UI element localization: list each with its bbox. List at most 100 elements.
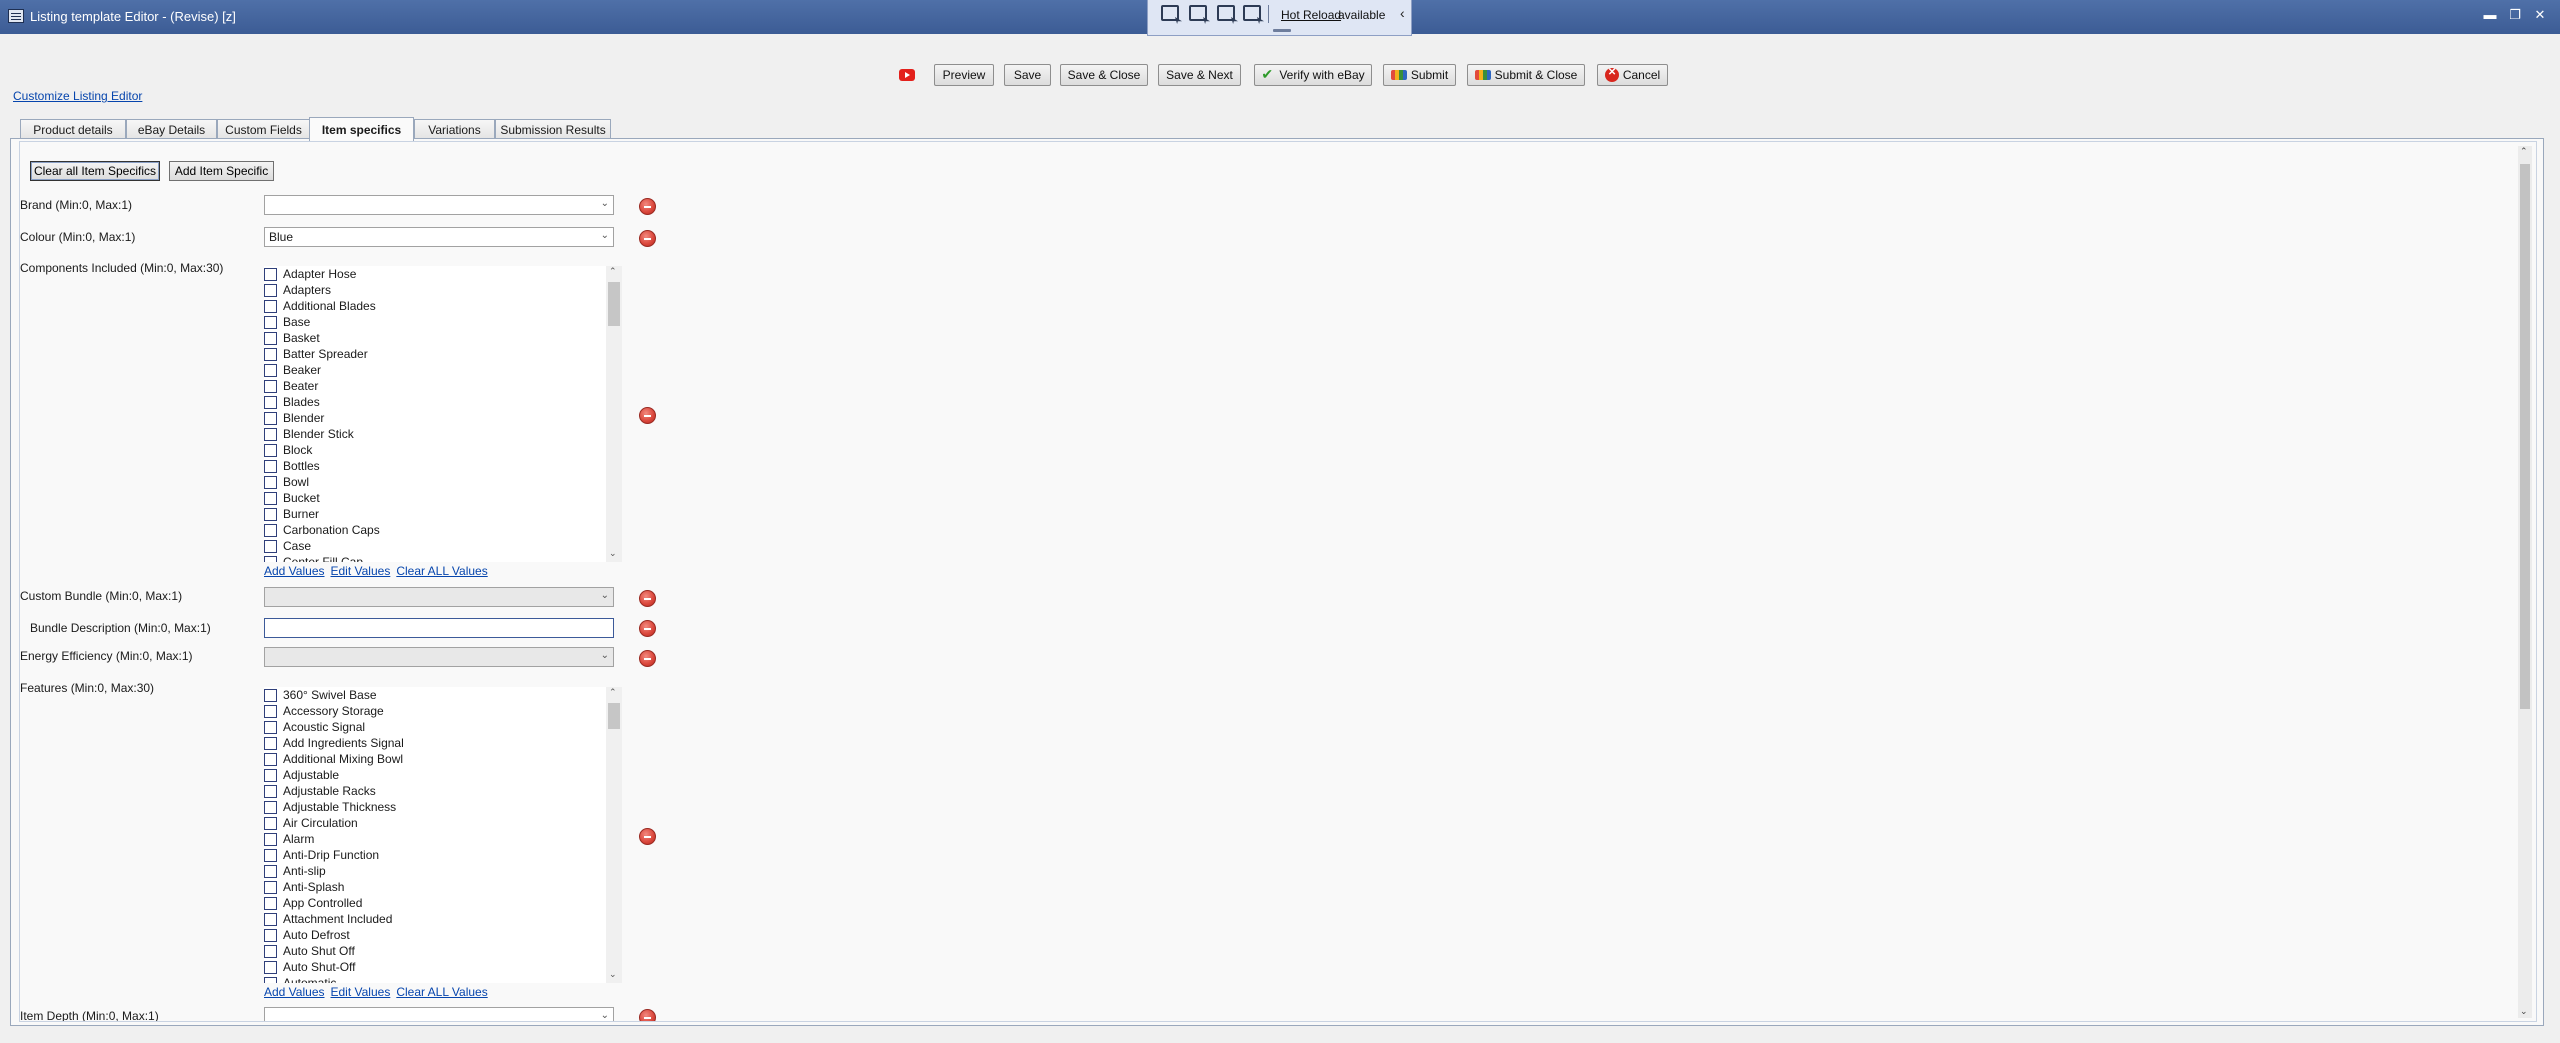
checkbox[interactable] [264,928,277,942]
list-item[interactable]: Batter Spreader [264,346,604,362]
list-item[interactable]: Case [264,538,604,554]
checkbox[interactable] [264,555,277,562]
track-focus-icon[interactable] [1243,5,1261,21]
list-item[interactable]: Base [264,314,604,330]
remove-colour-icon[interactable] [639,230,656,247]
pointer-icon[interactable] [1189,5,1207,21]
list-item[interactable]: Additional Mixing Bowl [264,751,604,767]
scroll-down-icon[interactable]: ⌄ [609,548,617,559]
list-item[interactable]: Auto Shut-Off [264,959,604,975]
list-item[interactable]: Air Circulation [264,815,604,831]
list-item[interactable]: Center Fill Cap [264,554,604,562]
list-item[interactable]: Alarm [264,831,604,847]
list-item[interactable]: Carbonation Caps [264,522,604,538]
checkbox[interactable] [264,960,277,974]
tab-submission-results[interactable]: Submission Results [495,119,611,140]
checkbox[interactable] [264,507,277,521]
list-item[interactable]: Block [264,442,604,458]
checkbox[interactable] [264,315,277,329]
verify-ebay-button[interactable]: Verify with eBay [1254,64,1372,86]
add-values-link[interactable]: Add Values [264,564,325,578]
scrollbar-thumb[interactable] [2520,164,2530,709]
checkbox[interactable] [264,363,277,377]
checkbox[interactable] [264,896,277,910]
list-item[interactable]: Blender Stick [264,426,604,442]
remove-custom-bundle-icon[interactable] [639,590,656,607]
main-vertical-scrollbar[interactable]: ⌃ ⌄ [2518,146,2532,1018]
list-item[interactable]: Adjustable Thickness [264,799,604,815]
checkbox[interactable] [264,347,277,361]
checkbox[interactable] [264,832,277,846]
minimize-icon[interactable]: ▬ [2481,6,2499,24]
list-item[interactable]: Bowl [264,474,604,490]
tab-custom-fields[interactable]: Custom Fields [217,119,310,140]
youtube-icon[interactable] [899,69,915,81]
save-close-button[interactable]: Save & Close [1060,64,1148,86]
checkbox[interactable] [264,912,277,926]
list-item[interactable]: Basket [264,330,604,346]
list-item[interactable]: Beaker [264,362,604,378]
list-item[interactable]: Add Ingredients Signal [264,735,604,751]
checkbox[interactable] [264,880,277,894]
add-item-specific-button[interactable]: Add Item Specific [169,161,274,181]
save-next-button[interactable]: Save & Next [1158,64,1241,86]
listbox-scrollbar[interactable]: ⌃ ⌄ [606,687,622,983]
list-item[interactable]: Auto Defrost [264,927,604,943]
list-item[interactable]: Anti-Drip Function [264,847,604,863]
checkbox[interactable] [264,864,277,878]
tab-variations[interactable]: Variations [414,119,495,140]
checkbox[interactable] [264,411,277,425]
submit-close-button[interactable]: Submit & Close [1467,64,1585,86]
scroll-down-icon[interactable]: ⌄ [2520,1006,2528,1017]
tab-product-details[interactable]: Product details [20,119,126,140]
list-item[interactable]: Adjustable Racks [264,783,604,799]
restore-icon[interactable]: ❐ [2506,6,2524,24]
list-item[interactable]: Anti-slip [264,863,604,879]
list-item[interactable]: Auto Shut Off [264,943,604,959]
scroll-up-icon[interactable]: ⌃ [609,687,617,698]
checkbox[interactable] [264,704,277,718]
checkbox[interactable] [264,395,277,409]
checkbox[interactable] [264,784,277,798]
checkbox[interactable] [264,283,277,297]
scrollbar-thumb[interactable] [608,282,620,326]
scrollbar-thumb[interactable] [608,703,620,729]
tab-item-specifics[interactable]: Item specifics [309,117,414,141]
list-item[interactable]: Attachment Included [264,911,604,927]
edit-values-link[interactable]: Edit Values [331,985,391,999]
cancel-button[interactable]: Cancel [1597,64,1668,86]
clear-all-values-link[interactable]: Clear ALL Values [396,985,487,999]
list-item[interactable]: Bucket [264,490,604,506]
checkbox[interactable] [264,331,277,345]
remove-components-icon[interactable] [639,407,656,424]
list-item[interactable]: Automatic [264,975,604,983]
checkbox[interactable] [264,443,277,457]
checkbox[interactable] [264,523,277,537]
list-item[interactable]: Burner [264,506,604,522]
brand-combobox[interactable]: ⌄ [264,195,614,215]
hot-reload-link[interactable]: Hot Reload [1281,8,1341,22]
list-item[interactable]: Blades [264,394,604,410]
custom-bundle-combobox[interactable]: ⌄ [264,587,614,607]
scroll-up-icon[interactable]: ⌃ [2520,146,2528,157]
checkbox[interactable] [264,459,277,473]
list-item[interactable]: Beater [264,378,604,394]
colour-combobox[interactable]: Blue ⌄ [264,227,614,247]
list-item[interactable]: Acoustic Signal [264,719,604,735]
add-values-link[interactable]: Add Values [264,985,325,999]
list-item[interactable]: Additional Blades [264,298,604,314]
submit-button[interactable]: Submit [1383,64,1456,86]
checkbox[interactable] [264,720,277,734]
select-element-icon[interactable] [1161,5,1179,21]
features-listbox[interactable]: 360° Swivel Base Accessory Storage Acousti… [264,687,622,983]
energy-efficiency-combobox[interactable]: ⌄ [264,647,614,667]
clear-all-item-specifics-button[interactable]: Clear all Item Specifics [30,161,160,181]
scroll-down-icon[interactable]: ⌄ [609,969,617,980]
preview-button[interactable]: Preview [934,64,994,86]
checkbox[interactable] [264,299,277,313]
list-item[interactable]: Adapters [264,282,604,298]
checkbox[interactable] [264,768,277,782]
scroll-up-icon[interactable]: ⌃ [609,266,617,277]
remove-energy-efficiency-icon[interactable] [639,650,656,667]
tab-ebay-details[interactable]: eBay Details [126,119,217,140]
